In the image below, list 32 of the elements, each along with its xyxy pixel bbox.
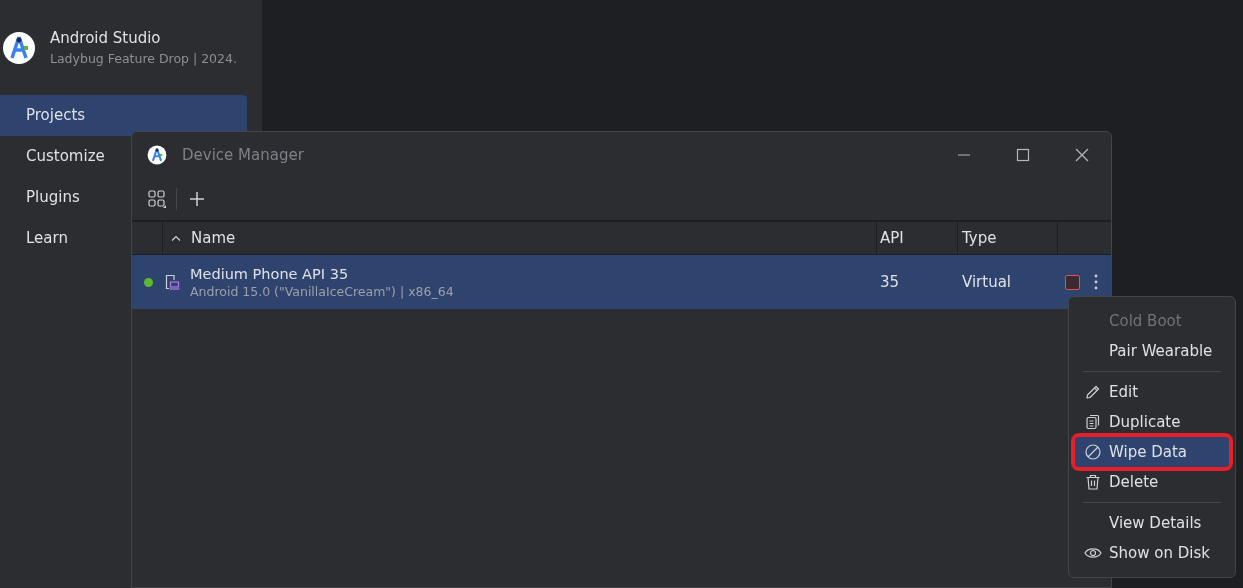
menu-item[interactable]: Edit xyxy=(1075,377,1229,407)
column-header[interactable]: API xyxy=(877,222,958,254)
api-level: 35 xyxy=(880,273,900,291)
menu-item[interactable]: Delete xyxy=(1075,467,1229,497)
add-icon[interactable] xyxy=(189,191,205,207)
device-type: Virtual xyxy=(962,273,1011,291)
window-title: Device Manager xyxy=(182,146,304,164)
device-name: Medium Phone API 35 xyxy=(190,265,350,282)
device-icon xyxy=(163,273,181,291)
menu-item[interactable]: View Details xyxy=(1075,508,1229,538)
stop-icon[interactable] xyxy=(1065,274,1080,290)
device-details: Android 15.0 ("VanillaIceCream") | x86_64 xyxy=(190,283,454,299)
menu-item[interactable]: Duplicate xyxy=(1075,407,1229,437)
maximize-icon[interactable] xyxy=(1016,148,1030,162)
android-studio-logo xyxy=(2,30,36,65)
grid-icon[interactable] xyxy=(148,190,166,208)
trash-icon xyxy=(1084,473,1102,491)
more-options-icon[interactable] xyxy=(1094,274,1098,290)
column-header[interactable]: Type xyxy=(958,222,1058,254)
version-label: Ladybug Feature Drop | 2024. xyxy=(50,51,237,66)
prohibited-icon xyxy=(1084,443,1102,461)
documents-icon xyxy=(1084,413,1102,431)
sidebar-item[interactable]: Projects xyxy=(0,95,247,136)
column-header[interactable]: Name xyxy=(163,222,877,254)
sort-ascending-icon xyxy=(171,235,181,241)
close-icon[interactable] xyxy=(1075,148,1089,162)
app-title: Android Studio xyxy=(50,29,162,47)
table-row[interactable]: Medium Phone API 35 Android 15.0 ("VanillaIceCream") | x86_64 35 Virtual xyxy=(132,255,1111,309)
menu-item[interactable]: Show on Disk xyxy=(1075,538,1229,568)
menu-item[interactable]: Pair Wearable xyxy=(1075,336,1229,366)
android-studio-logo xyxy=(147,145,167,165)
pencil-icon xyxy=(1084,383,1102,401)
